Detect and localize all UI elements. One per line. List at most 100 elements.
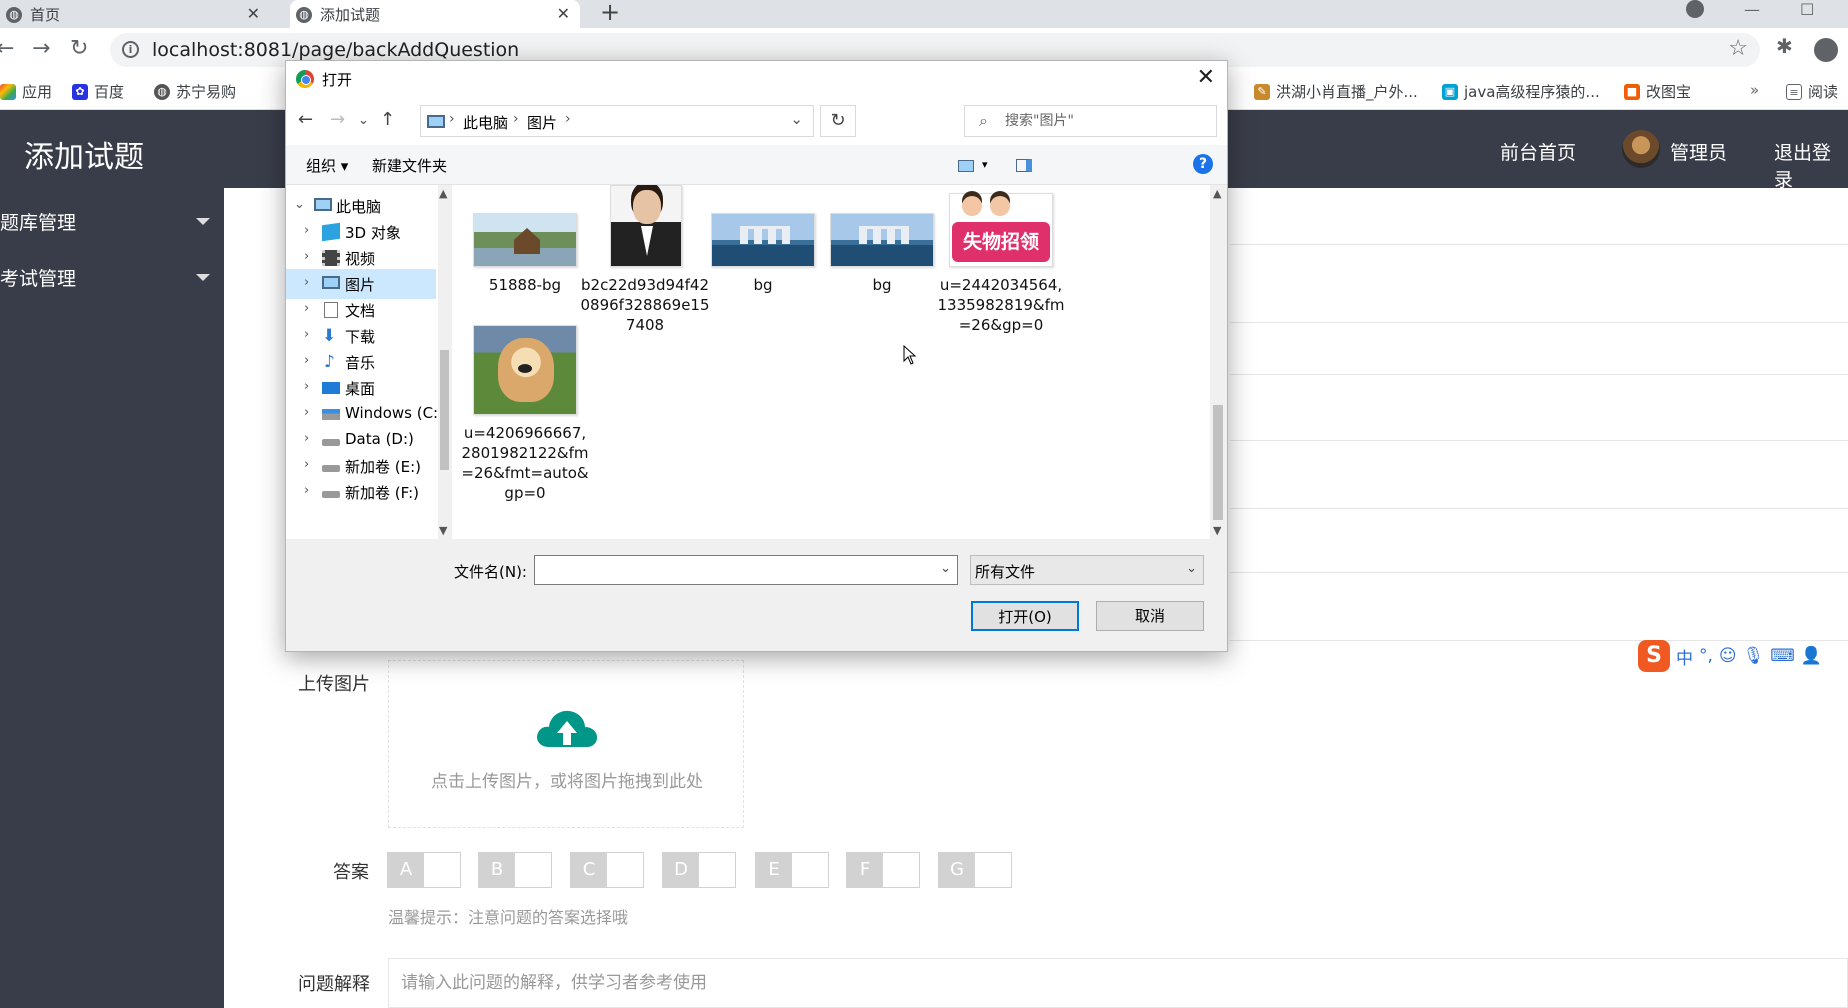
- tree-item-drive-f[interactable]: › 新加卷 (F:): [286, 477, 436, 507]
- reload-icon[interactable]: ↻: [70, 36, 88, 61]
- nav-logout[interactable]: 退出登录: [1774, 138, 1848, 192]
- bookmark-bilibili[interactable]: ▣ java高级程序猿的...: [1442, 81, 1600, 102]
- explain-input[interactable]: [389, 959, 1847, 1007]
- file-item[interactable]: u=4206966667,2801982122&fm=26&fmt=auto&g…: [460, 325, 590, 502]
- reading-list[interactable]: ≡ 阅读: [1786, 81, 1838, 102]
- search-input[interactable]: [1005, 110, 1210, 132]
- forward-icon[interactable]: →: [330, 109, 345, 130]
- back-icon[interactable]: ←: [298, 109, 313, 130]
- sidebar-item-question-bank[interactable]: 题库管理: [0, 194, 224, 244]
- breadcrumb[interactable]: › 此电脑 › 图片 › ⌄: [420, 105, 814, 137]
- file-list-scrollbar[interactable]: ▲ ▼: [1210, 185, 1226, 539]
- chevron-down-icon[interactable]: ⌄: [790, 110, 803, 128]
- nav-front-home[interactable]: 前台首页: [1500, 138, 1576, 165]
- chevron-down-icon[interactable]: ▾: [982, 158, 988, 171]
- keyboard-icon[interactable]: ⌨: [1770, 646, 1795, 666]
- profile-menu-icon[interactable]: [1686, 0, 1704, 18]
- user-icon[interactable]: 👤: [1801, 646, 1822, 666]
- help-icon[interactable]: ?: [1193, 154, 1213, 174]
- microphone-icon[interactable]: 🎙: [1743, 646, 1765, 666]
- filetype-select[interactable]: 所有文件 ⌄: [970, 555, 1204, 585]
- tab-home[interactable]: ◍ 首页 ✕: [0, 0, 270, 28]
- breadcrumb-pictures[interactable]: 图片: [527, 112, 557, 133]
- url-text[interactable]: localhost:8081/page/backAddQuestion: [152, 39, 519, 61]
- new-folder-button[interactable]: 新建文件夹: [372, 155, 447, 176]
- chevron-right-icon[interactable]: ›: [304, 431, 309, 446]
- answer-option-d[interactable]: D: [662, 852, 736, 888]
- scroll-down-icon[interactable]: ▼: [439, 524, 447, 537]
- back-icon[interactable]: ←: [0, 36, 14, 61]
- bookmark-apps[interactable]: 应用: [0, 81, 52, 102]
- open-button[interactable]: 打开(O): [971, 601, 1079, 631]
- tab-add-question[interactable]: ◍ 添加试题 ✕: [290, 0, 580, 28]
- file-item[interactable]: b2c22d93d94f420896f328869e157408: [580, 185, 710, 345]
- bookmark-honghu[interactable]: ✎ 洪湖小肖直播_户外...: [1254, 81, 1418, 102]
- filename-field[interactable]: ⌄: [534, 555, 958, 585]
- account-icon[interactable]: [1814, 38, 1838, 62]
- chevron-right-icon[interactable]: ›: [304, 457, 309, 472]
- answer-option-c[interactable]: C: [570, 852, 644, 888]
- chevron-right-icon[interactable]: ›: [304, 275, 309, 290]
- up-icon[interactable]: ↑: [380, 109, 395, 130]
- scroll-up-icon[interactable]: ▲: [1213, 187, 1221, 200]
- file-item[interactable]: 51888-bg: [460, 185, 590, 345]
- dialog-search[interactable]: ⌕: [964, 105, 1217, 137]
- file-item[interactable]: bg: [698, 185, 828, 345]
- chevron-down-icon[interactable]: ⌄: [294, 197, 305, 212]
- nav-user[interactable]: 管理员: [1670, 138, 1727, 165]
- scroll-thumb[interactable]: [440, 350, 449, 470]
- answer-option-a[interactable]: A: [387, 852, 461, 888]
- bookmark-gaitubao[interactable]: ■ 改图宝: [1624, 81, 1691, 102]
- sogou-ime-icon[interactable]: S: [1638, 640, 1670, 672]
- chevron-down-icon[interactable]: ⌄: [1186, 561, 1197, 576]
- forward-icon[interactable]: →: [32, 36, 50, 61]
- cancel-button[interactable]: 取消: [1096, 601, 1204, 631]
- chevron-right-icon[interactable]: ›: [304, 405, 309, 420]
- avatar[interactable]: [1622, 130, 1660, 168]
- chevron-right-icon[interactable]: ›: [304, 483, 309, 498]
- scroll-down-icon[interactable]: ▼: [1213, 524, 1221, 537]
- chevron-right-icon[interactable]: ›: [304, 379, 309, 394]
- sidebar-item-exam[interactable]: 考试管理: [0, 250, 224, 300]
- chevron-down-icon[interactable]: ⌄: [940, 561, 951, 576]
- close-icon[interactable]: ✕: [247, 4, 260, 23]
- site-info-icon[interactable]: i: [122, 41, 139, 58]
- ime-lang[interactable]: 中: [1676, 644, 1693, 669]
- chevron-right-icon[interactable]: ›: [304, 301, 309, 316]
- file-name: bg: [872, 276, 892, 294]
- minimize-icon[interactable]: —: [1744, 0, 1760, 19]
- extensions-icon[interactable]: ✱: [1776, 34, 1793, 58]
- view-mode-icon[interactable]: [958, 160, 974, 172]
- answer-option-e[interactable]: E: [755, 852, 829, 888]
- close-icon[interactable]: ✕: [1197, 65, 1215, 90]
- refresh-button[interactable]: ↻: [820, 105, 856, 137]
- answer-option-b[interactable]: B: [478, 852, 552, 888]
- image-upload-dropzone[interactable]: 点击上传图片，或将图片拖拽到此处: [388, 660, 744, 828]
- maximize-icon[interactable]: ☐: [1800, 0, 1814, 19]
- bookmark-baidu[interactable]: ✿ 百度: [72, 81, 124, 102]
- preview-pane-icon[interactable]: [1016, 159, 1032, 172]
- chevron-right-icon[interactable]: ›: [304, 353, 309, 368]
- emoji-icon[interactable]: ☺: [1719, 646, 1737, 666]
- bookmark-suning[interactable]: ◍ 苏宁易购: [154, 81, 236, 102]
- bookmark-star-icon[interactable]: ☆: [1728, 36, 1748, 61]
- breadcrumb-this-pc[interactable]: 此电脑: [463, 112, 508, 133]
- organize-button[interactable]: 组织 ▾: [306, 155, 348, 176]
- explain-field[interactable]: [388, 958, 1848, 1008]
- close-icon[interactable]: ✕: [557, 4, 570, 23]
- answer-option-f[interactable]: F: [846, 852, 920, 888]
- scroll-up-icon[interactable]: ▲: [439, 187, 447, 200]
- file-item[interactable]: bg: [817, 185, 947, 345]
- filename-input[interactable]: [535, 556, 925, 584]
- tree-scrollbar[interactable]: ▲ ▼: [438, 185, 451, 539]
- new-tab-button[interactable]: +: [600, 0, 620, 26]
- recent-locations-icon[interactable]: ⌄: [358, 113, 369, 128]
- bookmarks-overflow-icon[interactable]: »: [1750, 81, 1759, 99]
- scroll-thumb[interactable]: [1213, 405, 1223, 520]
- punctuation-icon[interactable]: °,: [1699, 646, 1713, 666]
- file-item[interactable]: 失物招领 u=2442034564,1335982819&fm=26&gp=0: [936, 185, 1066, 345]
- chevron-right-icon[interactable]: ›: [304, 249, 309, 264]
- chevron-right-icon[interactable]: ›: [304, 223, 309, 238]
- chevron-right-icon[interactable]: ›: [304, 327, 309, 342]
- answer-option-g[interactable]: G: [938, 852, 1012, 888]
